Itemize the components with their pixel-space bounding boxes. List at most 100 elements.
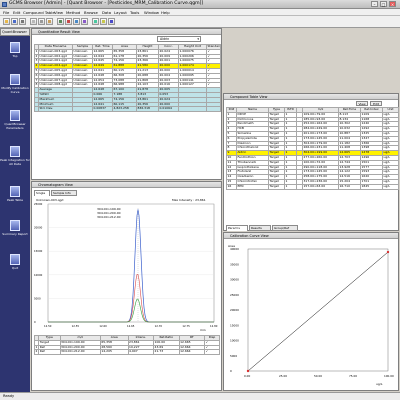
peak-table-icon: [10, 186, 20, 197]
open-button[interactable]: [3, 18, 10, 25]
cal-xtick: 75.00: [349, 374, 357, 378]
chrom-ytick: 15000: [34, 249, 43, 253]
calibration-xlabel: ug/L: [376, 382, 383, 386]
title-bar: GCMS Browser [Admin] - [Quant Browser - …: [0, 0, 400, 9]
quant-result-title: Quantitative Result View: [32, 29, 221, 35]
calibration-title: Calibration Curve View: [224, 233, 398, 239]
menu-browse[interactable]: Browse: [84, 10, 98, 15]
chrom-xtick: 12.50: [44, 324, 52, 328]
calibration-icon: [10, 74, 20, 85]
quit-icon: [10, 254, 20, 265]
compound-row[interactable]: 16 EPN Target 1 157.00>63.00 16.710 1845 ug/L: [226, 183, 399, 190]
minimize-button[interactable]: –: [371, 1, 378, 7]
chevron-down-icon: ▾: [197, 37, 199, 41]
edit-mode-button[interactable]: Edit: [370, 101, 382, 106]
sidebar-item-quantbrowser-parameters[interactable]: QuantBrowser Parameters: [0, 106, 30, 146]
calibration-point: [386, 250, 390, 254]
report-icon: [10, 220, 20, 231]
chromatogram-plot[interactable]: 25000 20000 15000 10000 5000 0 12.50 12.55 12.6…: [34, 202, 220, 334]
window-title: GCMS Browser [Admin] - [Quant Browser - …: [9, 1, 204, 6]
compound-table-panel: Compound Table View View Edit ID# Name Typ…: [223, 93, 399, 231]
status-bar: Ready: [0, 392, 400, 400]
sidebar-item-quit[interactable]: Quit: [0, 250, 30, 290]
status-text: Ready: [3, 394, 15, 398]
compound-select[interactable]: Aldrin ▾: [157, 36, 201, 42]
compound-table: ID# Name Type ISTD m/z Ret.Time Ret.Index Unit …: [226, 107, 399, 190]
refresh-button[interactable]: [92, 18, 99, 25]
chrom-ytick: 5000: [34, 296, 41, 300]
sidebar-item-peak-integration[interactable]: Peak Integration for All Data: [0, 142, 30, 182]
compound-table-title: Compound Table View: [224, 94, 398, 100]
chrom-xtick: 12.65: [127, 324, 135, 328]
tab-sample-info[interactable]: Sample Info: [51, 190, 77, 196]
menu-compound-table[interactable]: Compound Table: [23, 10, 55, 15]
chart-button[interactable]: [65, 18, 72, 25]
compound-select-value: Aldrin: [160, 37, 170, 41]
integration-icon: [10, 146, 20, 157]
cal-ytick: 25000: [230, 293, 239, 297]
paste-button[interactable]: [46, 18, 53, 25]
tab-results[interactable]: Results: [249, 225, 271, 231]
main-window: GCMS Browser [Admin] - [Quant Browser - …: [0, 0, 400, 400]
tab-params[interactable]: Param's: [226, 225, 248, 231]
close-button[interactable]: ×: [389, 1, 396, 7]
menu-method[interactable]: Method: [66, 10, 80, 15]
x-axis-unit: min: [200, 328, 206, 332]
chrom-xtick: 12.60: [99, 324, 107, 328]
grid-button[interactable]: [57, 18, 64, 25]
cal-xtick: 0.00: [244, 374, 250, 378]
menu-edit[interactable]: Edit: [13, 10, 20, 15]
chrom-xtick: 12.55: [72, 324, 80, 328]
settings-button[interactable]: [100, 18, 107, 25]
calibration-plot[interactable]: 4000035000300002500020000150001000050000…: [226, 241, 398, 389]
copy-button[interactable]: [38, 18, 45, 25]
cut-button[interactable]: [30, 18, 37, 25]
chrom-ytick: 20000: [34, 226, 43, 230]
zoom-button[interactable]: [81, 18, 88, 25]
cal-ytick: 35000: [230, 262, 239, 266]
quant-result-table: Data Filename Sample Ret. Time Area Heig…: [34, 44, 221, 113]
table-row[interactable]: 2 Ref. 304.00>212.00 14,205 4,907 21.73 12.664…: [33, 349, 220, 356]
cal-ytick: 10000: [230, 339, 239, 343]
print-button[interactable]: [19, 18, 26, 25]
summary-row-stddev: Std. Dev. 0.00837 4,823.258 836.318 0.01064: [34, 106, 221, 113]
menu-bar: File Edit Compound Table View Method Bro…: [0, 9, 400, 16]
menu-file[interactable]: File: [3, 10, 9, 15]
calibration-panel: Calibration Curve View 40000 35000 30000 25…: [223, 232, 399, 391]
menu-view[interactable]: View: [54, 10, 63, 15]
calibration-ylabel: Area: [228, 244, 235, 248]
chrom-xtick: 12.70: [155, 324, 163, 328]
sidebar: QuantBrowser Top Modify Calibration Curv…: [0, 28, 30, 392]
menu-help[interactable]: Help: [161, 10, 170, 15]
chrom-xtick: 12.75: [182, 324, 190, 328]
menu-data[interactable]: Data: [102, 10, 111, 15]
toolbar: [0, 16, 400, 28]
peak-label-3: 304.00>212.00: [97, 215, 121, 219]
sidebar-item-modify-calibration-curve[interactable]: Modify Calibration Curve: [0, 70, 30, 110]
chrom-xtick: 12.80: [210, 324, 218, 328]
save-button[interactable]: [11, 18, 18, 25]
view-mode-button[interactable]: View: [356, 101, 368, 106]
cal-ytick: 5000: [230, 354, 237, 358]
quant-result-panel: Quantitative Result View Aldrin ▾ Data Fi…: [31, 28, 222, 180]
cal-ytick: 0: [230, 369, 232, 373]
parameters-icon: [10, 110, 20, 121]
plot-frame: [47, 203, 215, 323]
cal-ytick: 15000: [230, 323, 239, 327]
cal-ytick: 20000: [230, 308, 239, 312]
menu-layout[interactable]: Layout: [114, 10, 127, 15]
chrom-ytick: 25000: [34, 202, 43, 206]
menu-tools[interactable]: Tools: [130, 10, 139, 15]
menu-window[interactable]: Window: [144, 10, 159, 15]
maximize-button[interactable]: □: [380, 1, 387, 7]
tab-group-ref[interactable]: Group/Ref: [272, 225, 298, 231]
help-button[interactable]: [108, 18, 115, 25]
calibration-point: [246, 369, 250, 373]
calibration-frame: [247, 248, 389, 372]
cal-xtick: 50.00: [314, 374, 322, 378]
sidebar-header: QuantBrowser: [0, 28, 30, 36]
table-header-row: Data Filename Sample Ret. Time Area Heig…: [34, 44, 221, 50]
tab-single[interactable]: Single: [34, 190, 50, 196]
table-button[interactable]: [73, 18, 80, 25]
cal-ytick: 30000: [230, 278, 239, 282]
